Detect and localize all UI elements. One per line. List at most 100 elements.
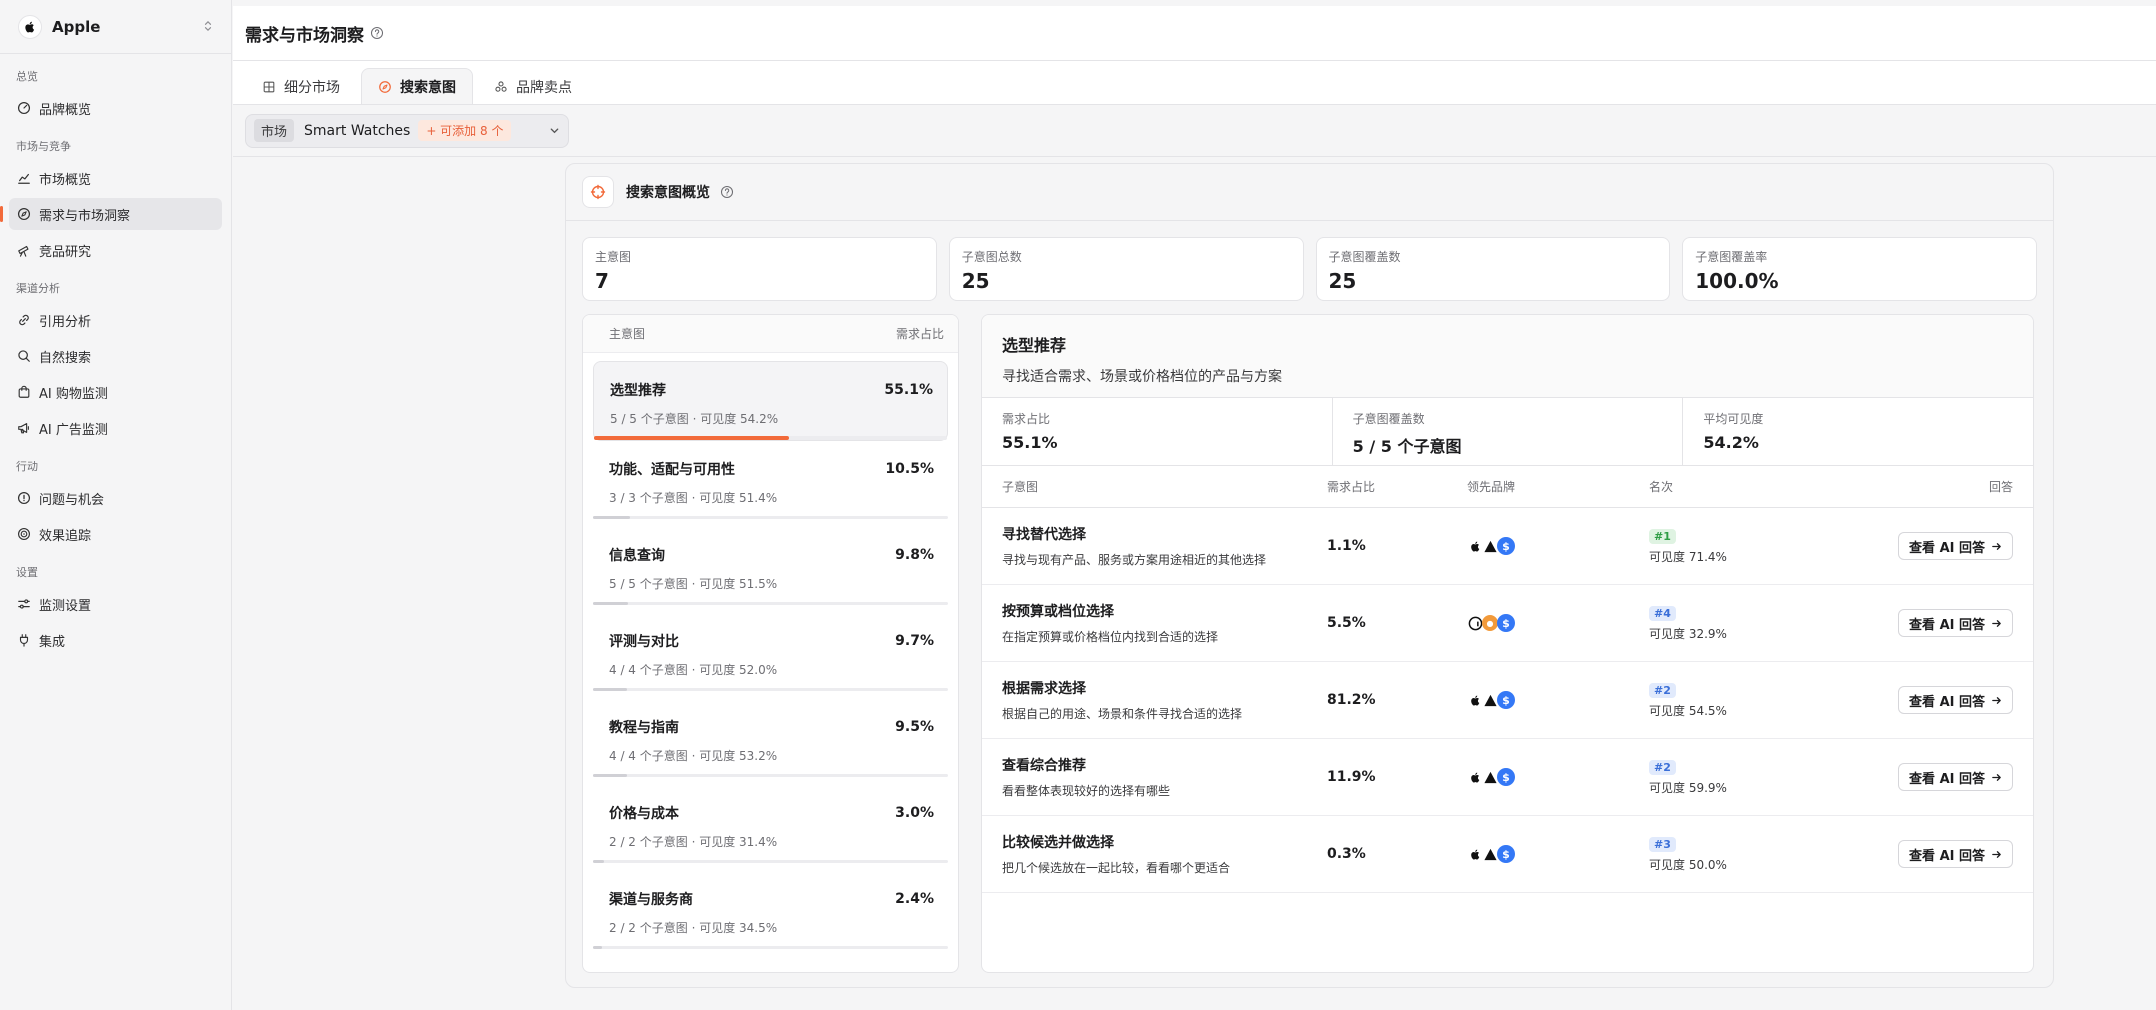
tab-search-intent[interactable]: 搜索意图 (361, 68, 473, 104)
sub-intent-name: 寻找替代选择 (1002, 527, 1086, 543)
sidebar-item-integrations[interactable]: 集成 (9, 624, 222, 656)
page-header: 需求与市场洞察 (233, 6, 2156, 61)
help-circle-icon[interactable] (370, 26, 384, 40)
s-brand-icon: $ (1497, 845, 1515, 863)
table-header: 子意图 需求占比 领先品牌 名次 回答 (982, 466, 2033, 508)
detail-header: 选型推荐 寻找适合需求、场景或价格档位的产品与方案 (982, 315, 2033, 398)
sub-intent-name: 按预算或档位选择 (1002, 604, 1114, 620)
intent-share: 55.1% (884, 382, 933, 398)
intent-item[interactable]: 功能、适配与可用性 10.5% 3 / 3 个子意图 · 可见度 51.4% (593, 441, 948, 527)
view-ai-answer-button[interactable]: 查看 AI 回答 (1898, 532, 2013, 560)
sidebar-item-brand-overview[interactable]: 品牌概览 (9, 92, 222, 124)
sliders-icon (17, 597, 31, 611)
megaphone-icon (17, 421, 31, 435)
share-bar-fill (593, 688, 628, 691)
sub-intent-desc: 根据自己的用途、场景和条件寻找合适的选择 (1002, 707, 1243, 721)
detail-stat: 子意图覆盖数 5 / 5 个子意图 (1333, 398, 1684, 465)
overview-header: 搜索意图概览 (566, 164, 2053, 221)
sidebar-item-label: 引用分析 (39, 314, 92, 330)
intent-item[interactable]: 教程与指南 9.5% 4 / 4 个子意图 · 可见度 53.2% (593, 699, 948, 785)
sidebar-item-tracking[interactable]: 效果追踪 (9, 518, 222, 550)
sub-intent-cell: 寻找替代选择 寻找与现有产品、服务或方案用途相近的其他选择 (1002, 524, 1327, 568)
arrow-right-icon (1991, 695, 2002, 706)
detail-stat-label: 平均可见度 (1703, 412, 1764, 426)
rank-badge: #2 (1649, 682, 1676, 698)
stat-label: 子意图覆盖数 (1328, 250, 1401, 264)
sub-intent-cell: 查看综合推荐 看看整体表现较好的选择有哪些 (1002, 755, 1327, 799)
gauge-icon (17, 101, 31, 115)
button-label: 查看 AI 回答 (1909, 694, 1985, 710)
column-header-intent: 主意图 (609, 327, 646, 341)
brand-icons: $ (1467, 691, 1649, 709)
detail-description: 寻找适合需求、场景或价格档位的产品与方案 (1002, 369, 1282, 385)
sub-intent-desc: 把几个候选放在一起比较，看看哪个更适合 (1002, 861, 1231, 875)
sidebar-item-label: 集成 (39, 634, 66, 650)
nav-group-settings: 设置 监测设置 集成 (0, 564, 231, 656)
answer-cell: 查看 AI 回答 (1849, 609, 2013, 637)
share-value: 11.9% (1327, 769, 1376, 785)
table-row: 寻找替代选择 寻找与现有产品、服务或方案用途相近的其他选择 1.1% $ #1 … (982, 508, 2033, 585)
sub-intent-cell: 按预算或档位选择 在指定预算或价格档位内找到合适的选择 (1002, 601, 1327, 645)
stat-card: 子意图覆盖数 25 (1315, 237, 1671, 301)
view-ai-answer-button[interactable]: 查看 AI 回答 (1898, 840, 2013, 868)
add-market-badge[interactable]: + 可添加 8 个 (418, 120, 512, 141)
main-intent-list: 主意图 需求占比 选型推荐 55.1% 5 / 5 个子意图 · 可见度 54.2… (582, 314, 959, 973)
sidebar-item-ai-shopping[interactable]: AI 购物监测 (9, 376, 222, 408)
stat-label: 主意图 (595, 250, 632, 264)
sidebar-item-citation-analysis[interactable]: 引用分析 (9, 304, 222, 336)
intent-name: 渠道与服务商 (609, 892, 693, 908)
intent-name: 功能、适配与可用性 (609, 462, 735, 478)
nav-group-overview: 总览 品牌概览 (0, 68, 231, 124)
sidebar-item-market-overview[interactable]: 市场概览 (9, 162, 222, 194)
view-ai-answer-button[interactable]: 查看 AI 回答 (1898, 763, 2013, 791)
column-header-share: 需求占比 (895, 327, 944, 341)
share-bar-fill (593, 946, 602, 949)
apple-logo-icon (1467, 538, 1483, 554)
intent-item[interactable]: 评测与对比 9.7% 4 / 4 个子意图 · 可见度 52.0% (593, 613, 948, 699)
leading-brands-cell: ● $ (1467, 614, 1649, 632)
table-body: 寻找替代选择 寻找与现有产品、服务或方案用途相近的其他选择 1.1% $ #1 … (982, 508, 2033, 893)
brand-switcher[interactable]: Apple (0, 0, 231, 54)
intent-name: 教程与指南 (609, 720, 679, 736)
rank-cell: #3 可见度 50.0% (1649, 836, 1849, 873)
column-header-rank: 名次 (1649, 480, 1674, 494)
sub-intent-desc: 在指定预算或价格档位内找到合适的选择 (1002, 630, 1219, 644)
stat-label: 子意图覆盖率 (1695, 250, 1768, 264)
button-label: 查看 AI 回答 (1909, 848, 1985, 864)
table-row: 比较候选并做选择 把几个候选放在一起比较，看看哪个更适合 0.3% $ #3 可… (982, 816, 2033, 893)
answer-cell: 查看 AI 回答 (1849, 686, 2013, 714)
share-bar-track (593, 516, 948, 519)
tab-brand-selling-points[interactable]: 品牌卖点 (477, 68, 589, 104)
sidebar-item-label: AI 广告监测 (39, 422, 108, 438)
sidebar-item-issues[interactable]: 问题与机会 (9, 482, 222, 514)
link-icon (17, 313, 31, 327)
nav-group-action: 行动 问题与机会 效果追踪 (0, 458, 231, 550)
nav-section-label: 行动 (16, 460, 38, 473)
shopping-bag-icon (17, 385, 31, 399)
intent-sub: 2 / 2 个子意图 · 可见度 31.4% (609, 835, 778, 849)
intent-item[interactable]: 选型推荐 55.1% 5 / 5 个子意图 · 可见度 54.2% (593, 361, 948, 441)
sidebar-item-label: 市场概览 (39, 172, 92, 188)
intent-item[interactable]: 价格与成本 3.0% 2 / 2 个子意图 · 可见度 31.4% (593, 785, 948, 871)
intent-item[interactable]: 信息查询 9.8% 5 / 5 个子意图 · 可见度 51.5% (593, 527, 948, 613)
view-ai-answer-button[interactable]: 查看 AI 回答 (1898, 609, 2013, 637)
chevron-down-icon (549, 125, 560, 136)
tab-segments[interactable]: 细分市场 (245, 68, 357, 104)
sidebar-item-demand-insights[interactable]: 需求与市场洞察 (0, 198, 222, 230)
sidebar-item-competitor-research[interactable]: 竞品研究 (9, 234, 222, 266)
intent-item[interactable]: 渠道与服务商 2.4% 2 / 2 个子意图 · 可见度 34.5% (593, 871, 948, 957)
help-circle-icon[interactable] (720, 185, 734, 199)
stat-card: 子意图覆盖率 100.0% (1682, 237, 2037, 301)
chevron-updown-icon (203, 20, 213, 33)
market-select[interactable]: 市场 Smart Watches + 可添加 8 个 (245, 113, 569, 148)
sidebar-item-organic-search[interactable]: 自然搜索 (9, 340, 222, 372)
sub-intent-cell: 根据需求选择 根据自己的用途、场景和条件寻找合适的选择 (1002, 678, 1327, 722)
sidebar-item-label: AI 购物监测 (39, 386, 108, 402)
sidebar-item-monitor-settings[interactable]: 监测设置 (9, 588, 222, 620)
s-brand-icon: $ (1497, 768, 1515, 786)
sidebar-item-ai-ads[interactable]: AI 广告监测 (9, 412, 222, 444)
view-ai-answer-button[interactable]: 查看 AI 回答 (1898, 686, 2013, 714)
sidebar-item-label: 自然搜索 (39, 350, 92, 366)
share-cell: 1.1% (1327, 538, 1467, 554)
diamond-cluster-icon (494, 80, 508, 94)
